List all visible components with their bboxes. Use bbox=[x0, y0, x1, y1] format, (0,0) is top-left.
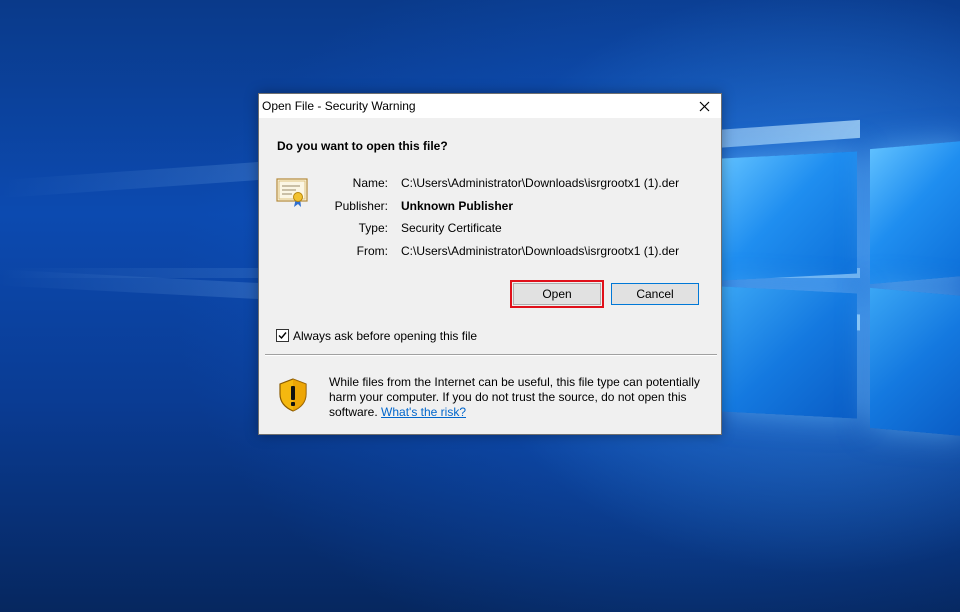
close-button[interactable] bbox=[687, 94, 721, 118]
type-value: Security Certificate bbox=[401, 221, 502, 235]
field-row-name: Name: C:\Users\Administrator\Downloads\i… bbox=[259, 176, 721, 192]
divider bbox=[265, 354, 717, 356]
shield-warning-icon bbox=[279, 378, 307, 412]
window-logo-pane bbox=[870, 287, 960, 437]
warning-message: While files from the Internet can be use… bbox=[329, 375, 711, 420]
title-bar[interactable]: Open File - Security Warning bbox=[259, 94, 721, 118]
from-label: From: bbox=[356, 244, 388, 258]
window-logo-pane bbox=[722, 151, 857, 281]
publisher-value: Unknown Publisher bbox=[401, 199, 514, 213]
dialog-title: Open File - Security Warning bbox=[262, 99, 416, 113]
window-logo-pane bbox=[722, 286, 857, 419]
field-row-from: From: C:\Users\Administrator\Downloads\i… bbox=[259, 244, 721, 260]
close-icon bbox=[699, 101, 709, 111]
checkmark-icon bbox=[278, 332, 287, 340]
whats-the-risk-link[interactable]: What's the risk? bbox=[381, 405, 466, 419]
security-warning-dialog: Open File - Security Warning Do you want… bbox=[258, 93, 722, 435]
cancel-button[interactable]: Cancel bbox=[611, 283, 699, 305]
publisher-label: Publisher: bbox=[334, 199, 388, 213]
open-button[interactable]: Open bbox=[513, 283, 601, 305]
from-value: C:\Users\Administrator\Downloads\isrgroo… bbox=[401, 244, 680, 258]
dialog-heading: Do you want to open this file? bbox=[277, 139, 448, 153]
field-row-publisher: Publisher: Unknown Publisher bbox=[259, 199, 721, 215]
field-row-type: Type: Security Certificate bbox=[259, 221, 721, 237]
always-ask-label[interactable]: Always ask before opening this file bbox=[293, 329, 477, 343]
type-label: Type: bbox=[358, 221, 388, 235]
name-value: C:\Users\Administrator\Downloads\isrgroo… bbox=[401, 176, 680, 190]
name-label: Name: bbox=[352, 176, 388, 190]
window-logo-pane bbox=[870, 140, 960, 285]
always-ask-checkbox[interactable] bbox=[276, 329, 289, 342]
